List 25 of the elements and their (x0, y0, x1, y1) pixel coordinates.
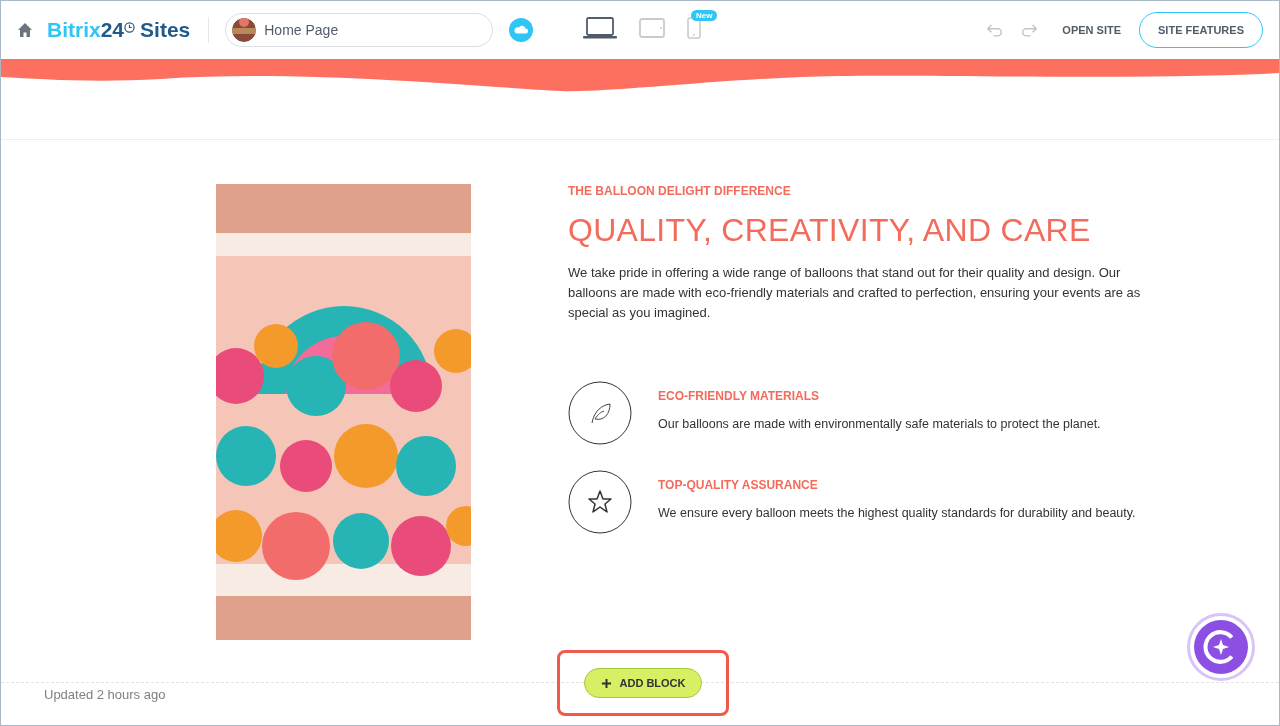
logo-number: 24 (100, 18, 125, 42)
section-eyebrow: THE BALLOON DELIGHT DIFFERENCE (568, 184, 792, 198)
updated-status: Updated 2 hours ago (44, 687, 166, 702)
section-description: We take pride in offering a wide range of balloons that stand out for their quality and design. Our balloons are made with eco-friendly materials and crafted to perfection, ensuring your events are as special as you imagined. (568, 264, 1142, 322)
feature-title: TOP-QUALITY ASSURANCE (658, 478, 819, 492)
page-thumbnail-icon (232, 18, 257, 42)
feature-description: Our balloons are made with environmentally safe materials to protect the planet. (658, 417, 1101, 431)
new-badge: New (691, 10, 718, 21)
laptop-view-button[interactable] (583, 17, 617, 39)
cloud-icon[interactable] (509, 18, 534, 42)
undo-icon[interactable] (986, 22, 1005, 38)
redo-icon[interactable] (1020, 22, 1039, 38)
feature-description: We ensure every balloon meets the highest quality standards for durability and beauty. (658, 506, 1136, 520)
plus-icon (600, 677, 612, 689)
logo-product: Sites (140, 18, 191, 42)
add-block-button[interactable]: ADD BLOCK (584, 668, 702, 698)
leaf-icon (568, 381, 632, 445)
logo-brand: Bitrix (47, 18, 101, 42)
home-icon[interactable] (17, 22, 33, 38)
open-site-link[interactable]: OPEN SITE (1062, 24, 1121, 36)
site-features-button[interactable]: SITE FEATURES (1139, 12, 1263, 48)
tablet-view-button[interactable] (639, 18, 665, 38)
feature-title: ECO-FRIENDLY MATERIALS (658, 389, 821, 403)
clock-icon (124, 22, 136, 33)
section-title: QUALITY, CREATIVITY, AND CARE (568, 212, 1092, 249)
